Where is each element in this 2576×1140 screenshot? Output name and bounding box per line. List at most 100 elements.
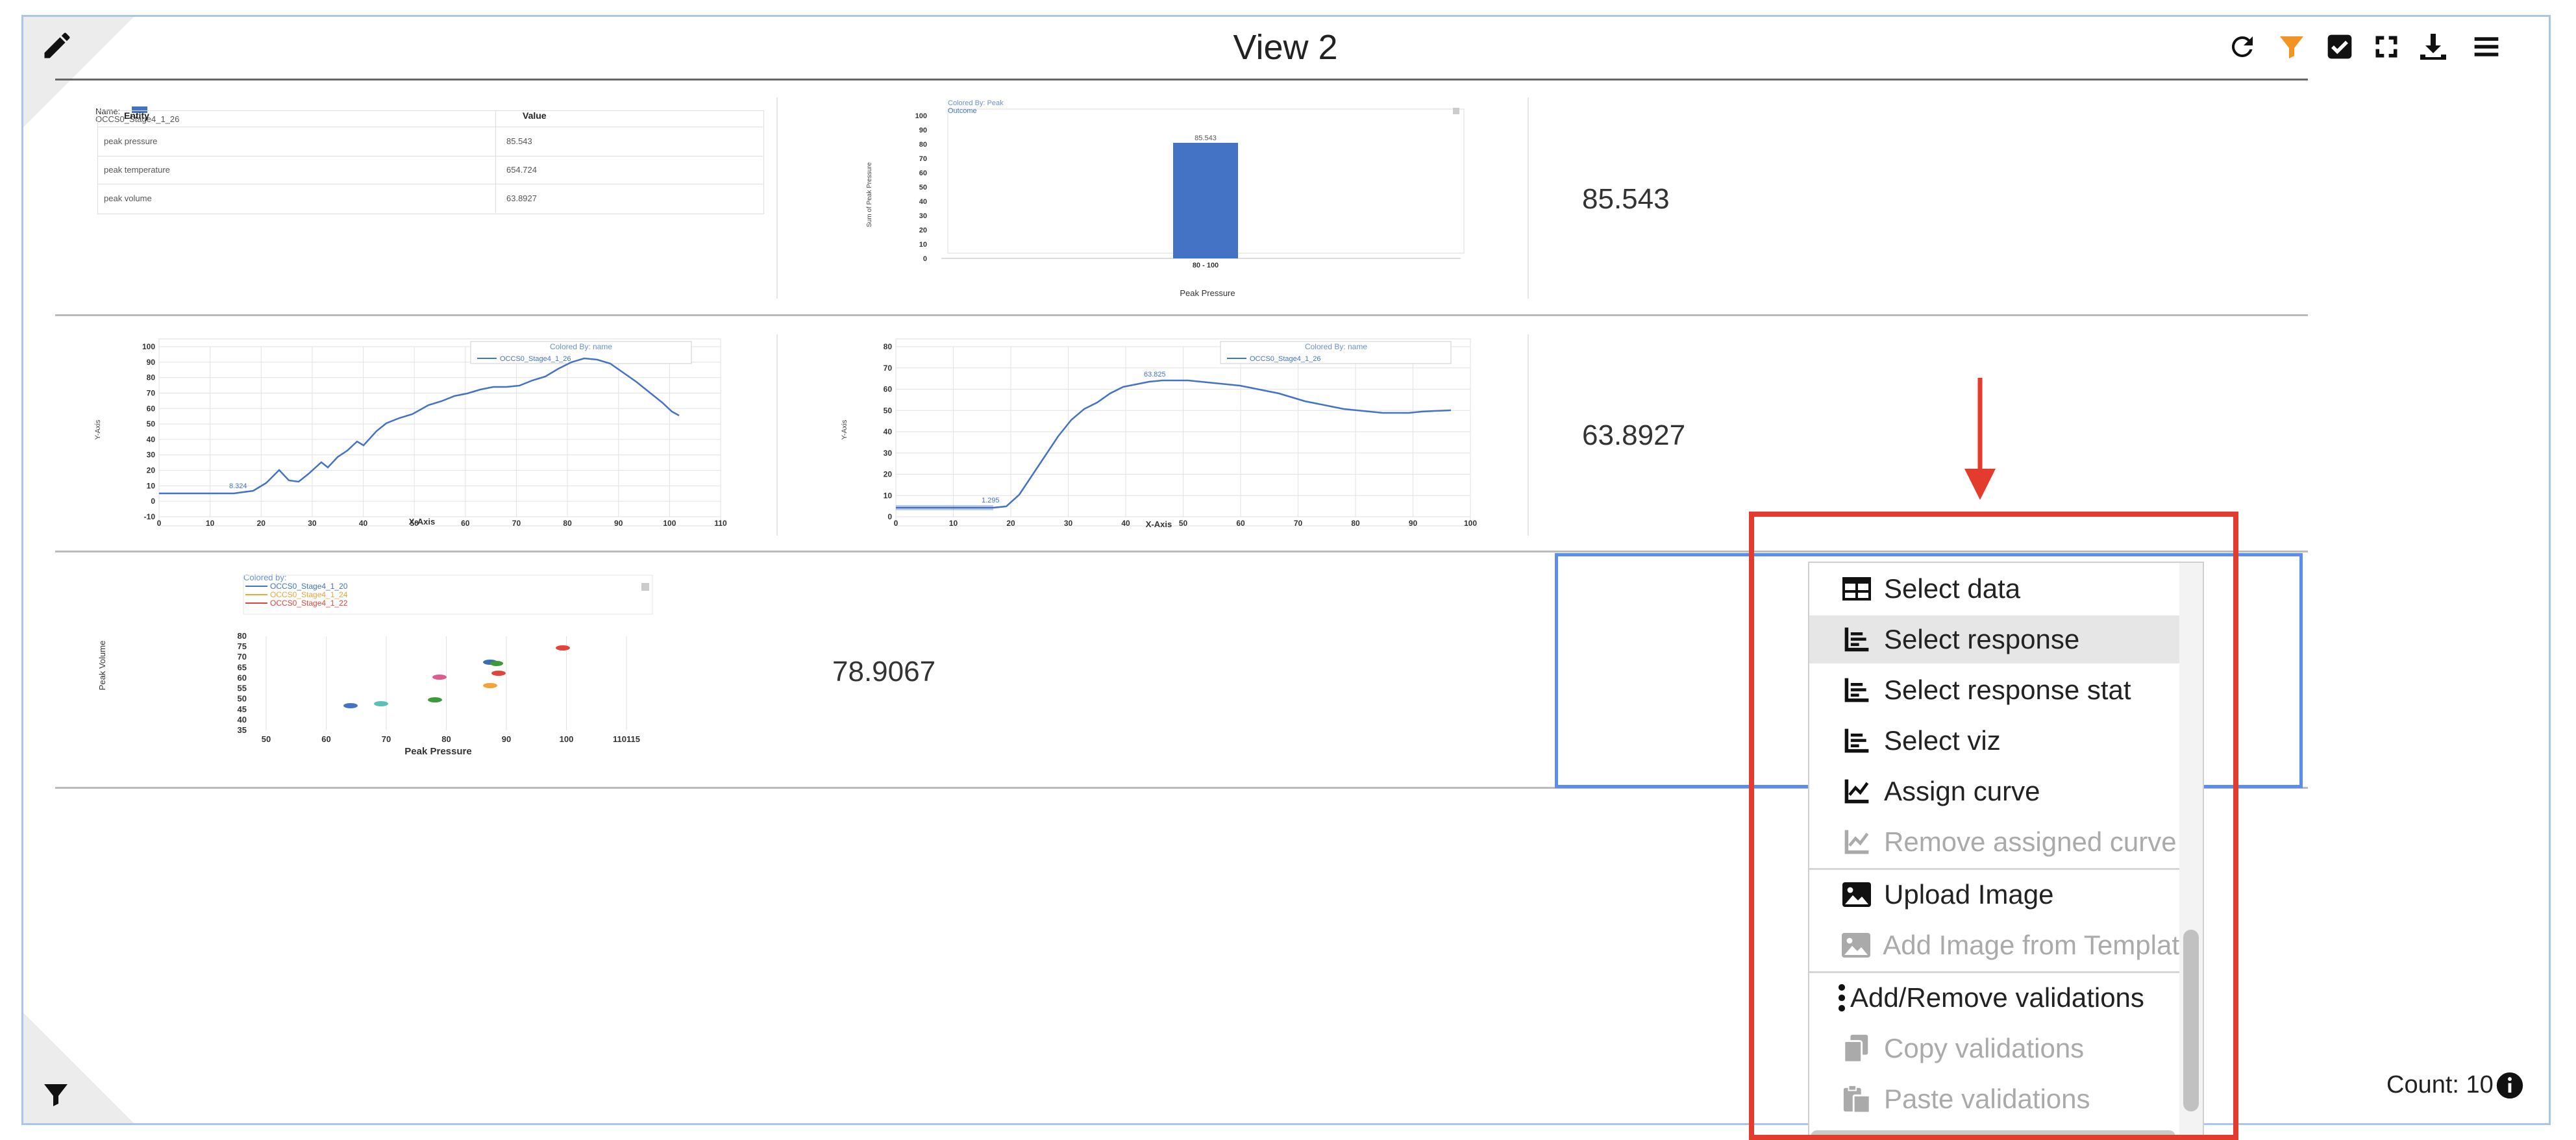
y-tick-label: 55 (238, 684, 247, 693)
download-icon[interactable] (2416, 30, 2450, 64)
x-tick-label: 90 (614, 519, 623, 528)
line-chart-cell-2[interactable]: 0 10 20 30 40 50 60 70 80 90 100 0 10 20 30 40 50 60 70 80 … (837, 332, 1487, 540)
y-tick-label: 45 (238, 704, 247, 714)
x-tick-label: 20 (257, 519, 266, 528)
table-row-value: 63.8927 (506, 193, 537, 203)
y-tick-label: 20 (884, 470, 893, 479)
x-tick-label: 110 (714, 519, 727, 528)
chart-colored-by: Colored by: (243, 573, 286, 582)
x-tick-label: 80 (1351, 519, 1360, 528)
x-tick-label: 100 (560, 734, 574, 744)
info-icon[interactable] (2496, 1071, 2524, 1100)
y-tick-label: 75 (238, 641, 247, 651)
y-tick-label: 30 (884, 449, 893, 458)
x-tick-label: 60 (321, 734, 330, 744)
title-divider (55, 79, 2308, 81)
x-tick-label: 100 (663, 519, 676, 528)
y-tick-label: 0 (887, 512, 892, 521)
chart-colored-by: Colored By: name (1305, 342, 1367, 351)
x-tick-label: 40 (1121, 519, 1130, 528)
annotation-highlight-box (1749, 512, 2238, 1140)
x-tick-label: 20 (1006, 519, 1015, 528)
x-axis-label: X-Axis (409, 517, 435, 527)
y-tick-label: 100 (142, 342, 155, 351)
column-divider (776, 334, 778, 536)
y-tick-label: 50 (884, 406, 893, 415)
x-tick-label: 40 (359, 519, 368, 528)
y-tick-label: -10 (144, 512, 156, 521)
peak-point-annotation: 63.825 (1144, 371, 1166, 378)
chart-legend-handle (1453, 108, 1459, 114)
y-tick-label: 70 (147, 388, 156, 397)
response-value[interactable]: 78.9067 (832, 656, 935, 688)
y-axis-label: Y-Axis (94, 419, 102, 440)
x-tick-label: 0 (894, 519, 898, 528)
y-axis-label: Y-Axis (841, 419, 848, 440)
x-tick-label: 90 (502, 734, 511, 744)
legend-label: OCCS0_Stage4_1_22 (270, 599, 348, 608)
response-value[interactable]: 85.543 (1582, 183, 1670, 216)
column-line (495, 110, 496, 213)
y-tick-label: 20 (147, 466, 156, 475)
chart-colored-by: Colored By: Peak (948, 99, 1004, 107)
y-tick-label: 20 (919, 227, 927, 234)
pencil-icon[interactable] (40, 29, 74, 62)
x-tick-label: 60 (1236, 519, 1245, 528)
y-tick-label: 35 (238, 725, 247, 735)
y-tick-label: 60 (238, 673, 247, 682)
line-chart-cell-1[interactable]: 0 10 20 30 40 50 60 70 80 90 100 110 -10 0 10 20 30 40 50 6… (91, 332, 740, 540)
row-divider (55, 314, 2308, 316)
y-tick-label: 80 (919, 141, 927, 149)
y-tick-label: 60 (147, 404, 156, 413)
y-axis-label: Sum of Peak Pressure (866, 162, 873, 227)
column-divider (776, 97, 778, 299)
y-tick-label: 40 (238, 715, 247, 725)
y-tick-label: 80 (238, 631, 247, 641)
fullscreen-icon[interactable] (2370, 30, 2403, 64)
y-tick-label: 70 (238, 652, 247, 662)
legend-label: OCCS0_Stage4_1_20 (270, 582, 348, 591)
y-tick-label: 65 (238, 662, 247, 672)
table-frame (97, 110, 764, 214)
refresh-icon[interactable] (2225, 30, 2259, 64)
bar-data-label: 85.543 (1195, 134, 1217, 142)
entity-table-cell[interactable]: Name: OCCS0_Stage4_1_26 Entity Value pea… (94, 104, 766, 214)
x-tick-label: 100 (1464, 519, 1477, 528)
column-divider (1528, 97, 1529, 299)
x-tick-label: 70 (512, 519, 521, 528)
chart-colored-by: Colored By: name (550, 342, 612, 351)
y-tick-label: 90 (147, 358, 156, 367)
line-chart-1: 0 10 20 30 40 50 60 70 80 90 100 110-10010203040506… (94, 338, 727, 528)
checkbox-icon[interactable] (2323, 30, 2357, 64)
y-tick-label: 70 (884, 364, 893, 373)
response-value[interactable]: 63.8927 (1582, 419, 1685, 452)
filter-icon[interactable] (40, 1079, 71, 1110)
y-tick-label: 40 (147, 435, 156, 444)
x-tick-label: 30 (308, 519, 317, 528)
x-tick-label: 10 (949, 519, 958, 528)
table-row-entity: peak temperature (104, 165, 170, 175)
chart-legend: OCCS0_Stage4_1_26 (1250, 355, 1320, 363)
y-tick-label: 30 (919, 212, 927, 220)
y-tick-label: 40 (884, 427, 893, 436)
y-tick-label: 80 (884, 342, 893, 351)
annotation-arrow (1961, 378, 2000, 501)
column-header-entity: Entity (124, 110, 149, 121)
y-tick-label: 0 (923, 255, 927, 263)
y-tick-label: 60 (919, 169, 927, 177)
bar-chart-cell[interactable]: Colored By: Peak Outcome 0 10 20 30 40 50 60 70… (857, 97, 1493, 305)
y-tick-label: 40 (919, 198, 927, 206)
filter-active-icon[interactable] (2275, 30, 2309, 64)
view-title: View 2 (1233, 28, 1338, 67)
point-annotation: 8.324 (229, 482, 247, 490)
line-chart-2: 0 10 20 30 40 50 60 70 80 90 10001020304050607080 … (841, 338, 1477, 529)
low-point-annotation: 1.295 (982, 497, 1000, 504)
y-tick-label: 50 (919, 184, 927, 192)
menu-icon[interactable] (2470, 30, 2503, 64)
y-tick-label: 50 (147, 419, 156, 428)
x-tick-label: 60 (461, 519, 470, 528)
y-tick-label: 70 (919, 155, 927, 163)
x-tick-label: 30 (1064, 519, 1073, 528)
table-row-value: 85.543 (506, 136, 532, 146)
scatter-chart-cell[interactable]: Colored by: OCCS0_Stage4_1_20 OCCS0_Stage… (91, 571, 714, 766)
